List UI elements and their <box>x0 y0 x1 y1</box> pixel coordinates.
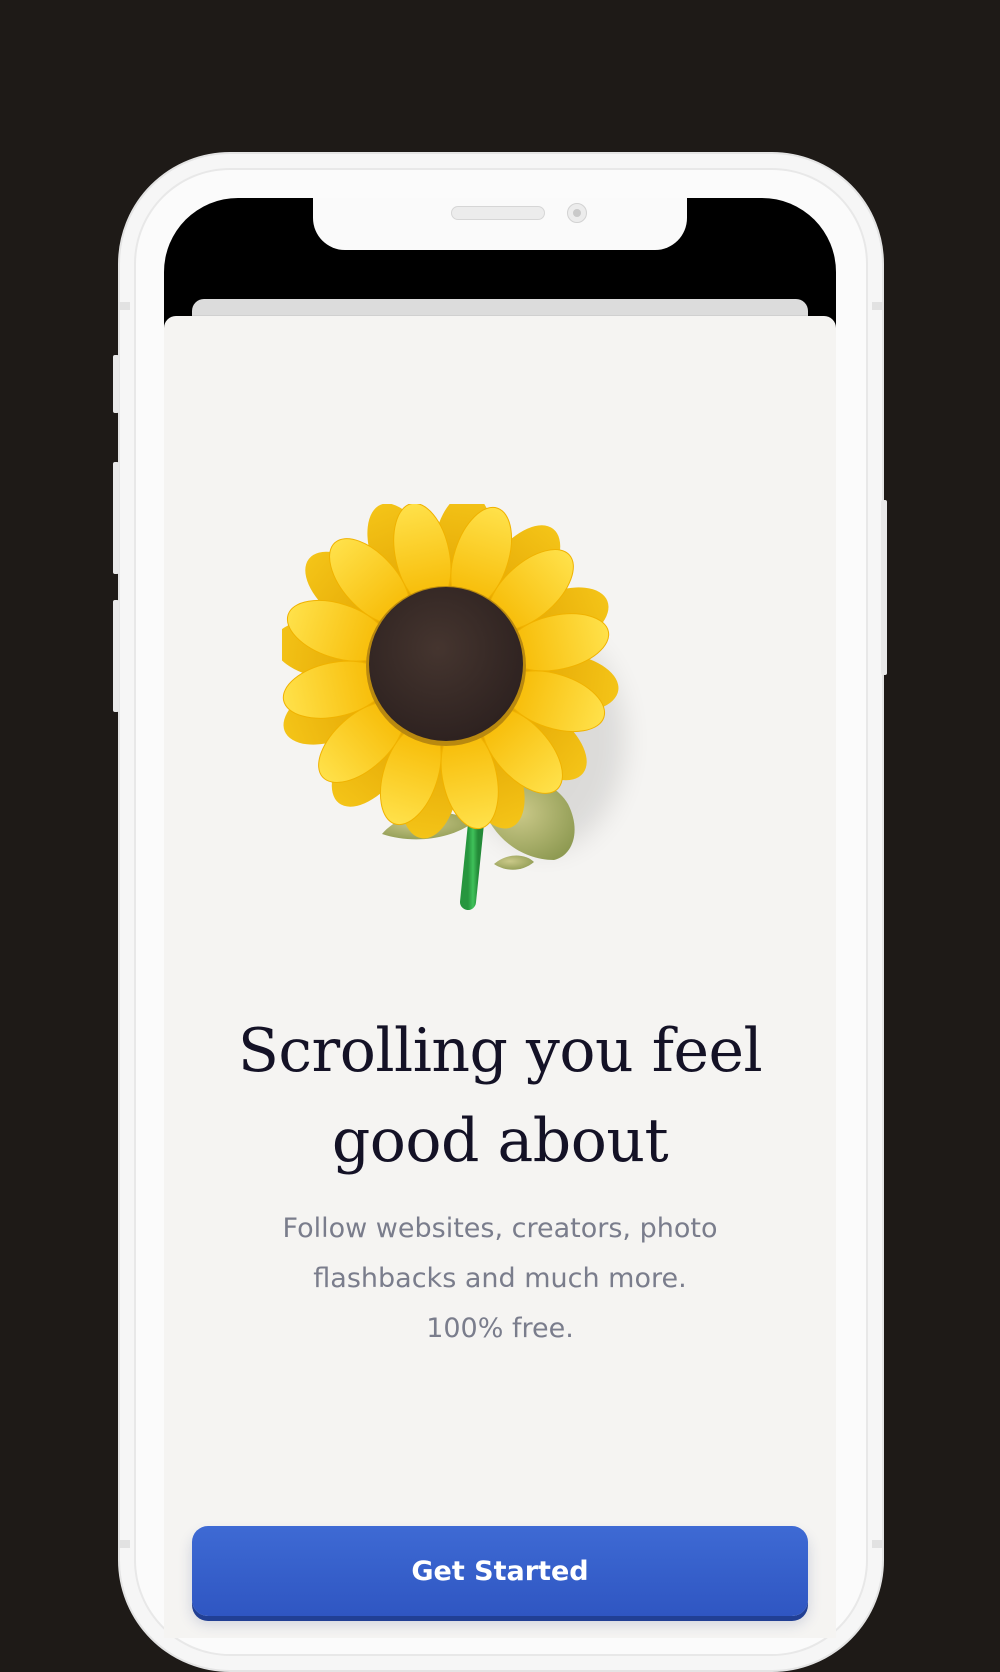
speaker-grille <box>451 206 545 220</box>
subtitle-line: Follow websites, creators, photo <box>282 1213 718 1244</box>
antenna-band <box>118 1540 130 1548</box>
headline-line: good about <box>331 1106 669 1176</box>
sunflower-icon <box>273 493 682 924</box>
antenna-band <box>118 302 130 310</box>
power-button <box>881 500 887 675</box>
phone-screen: Scrolling you feel good about Follow web… <box>164 198 836 1638</box>
volume-down-button <box>113 600 119 712</box>
antenna-band <box>872 302 884 310</box>
subtitle-line: flashbacks and much more. <box>313 1263 687 1294</box>
mute-switch <box>113 355 119 413</box>
antenna-band <box>872 1540 884 1548</box>
onboarding-sheet: Scrolling you feel good about Follow web… <box>164 316 836 1638</box>
headline-line: Scrolling you feel <box>237 1016 763 1086</box>
front-camera <box>567 203 587 223</box>
volume-up-button <box>113 462 119 574</box>
headline: Scrolling you feel good about <box>164 1006 836 1186</box>
subtitle: Follow websites, creators, photo flashba… <box>164 1204 836 1354</box>
subtitle-line: 100% free. <box>426 1313 574 1344</box>
get-started-button[interactable]: Get Started <box>192 1526 808 1616</box>
notch <box>313 198 687 250</box>
